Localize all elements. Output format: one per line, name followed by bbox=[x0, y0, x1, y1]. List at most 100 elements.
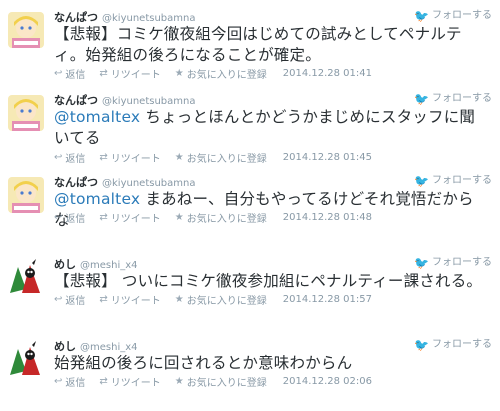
avatar[interactable] bbox=[8, 177, 44, 213]
tweet: なんぱつ @kiyunetsubamna 🐦 フォローする 【悲報】コミケ徹夜組今回… bbox=[0, 0, 500, 83]
reply-label: 返信 bbox=[65, 296, 86, 307]
retweet-icon: ⇄ bbox=[99, 68, 108, 79]
timestamp[interactable]: 2014.12.28 01:57 bbox=[283, 294, 372, 305]
tweet-actions: ↩ 返信 ⇄ リツイート ★ お気に入りに登録 2014.12.28 01:57 bbox=[54, 292, 372, 307]
star-icon: ★ bbox=[174, 152, 184, 163]
tweet-text: @tomaltex ちょっとほんとかどうかまじめにスタッフに聞いてる bbox=[54, 107, 486, 149]
tweet: めし @meshi_x4 🐦 フォローする 始発組の後ろに回されるとか意味わからん … bbox=[0, 329, 500, 409]
reply-button[interactable]: ↩ 返信 bbox=[54, 150, 85, 165]
reply-label: 返信 bbox=[65, 154, 86, 165]
favorite-label: お気に入りに登録 bbox=[186, 70, 267, 81]
avatar[interactable] bbox=[8, 95, 44, 131]
reply-label: 返信 bbox=[65, 70, 86, 81]
mention-link[interactable]: @tomaltex bbox=[54, 190, 140, 208]
follow-label: フォローする bbox=[432, 93, 492, 104]
reply-icon: ↩ bbox=[54, 376, 63, 387]
twitter-bird-icon: 🐦 bbox=[414, 174, 429, 188]
retweet-label: リツイート bbox=[110, 154, 161, 165]
follow-label: フォローする bbox=[432, 175, 492, 186]
star-icon: ★ bbox=[174, 294, 184, 305]
favorite-label: お気に入りに登録 bbox=[186, 296, 267, 307]
favorite-button[interactable]: ★ お気に入りに登録 bbox=[175, 292, 267, 307]
reply-button[interactable]: ↩ 返信 bbox=[54, 210, 85, 225]
retweet-button[interactable]: ⇄ リツイート bbox=[99, 210, 160, 225]
retweet-button[interactable]: ⇄ リツイート bbox=[99, 66, 160, 81]
favorite-label: お気に入りに登録 bbox=[186, 214, 267, 225]
tweet-header: めし @meshi_x4 🐦 フォローする bbox=[54, 256, 492, 271]
retweet-button[interactable]: ⇄ リツイート bbox=[99, 292, 160, 307]
tweet: めし @meshi_x4 🐦 フォローする 【悲報】 ついにコミケ徹夜参加組にペナル… bbox=[0, 247, 500, 329]
retweet-button[interactable]: ⇄ リツイート bbox=[99, 150, 160, 165]
follow-label: フォローする bbox=[432, 339, 492, 350]
reply-icon: ↩ bbox=[54, 212, 63, 223]
star-icon: ★ bbox=[174, 68, 184, 79]
tweet-actions: ↩ 返信 ⇄ リツイート ★ お気に入りに登録 2014.12.28 02:06 bbox=[54, 374, 372, 389]
retweet-label: リツイート bbox=[110, 214, 161, 225]
reply-button[interactable]: ↩ 返信 bbox=[54, 292, 85, 307]
star-icon: ★ bbox=[174, 376, 184, 387]
favorite-button[interactable]: ★ お気に入りに登録 bbox=[175, 66, 267, 81]
user-name[interactable]: めし bbox=[54, 340, 76, 353]
timestamp[interactable]: 2014.12.28 01:45 bbox=[283, 152, 372, 163]
reply-button[interactable]: ↩ 返信 bbox=[54, 374, 85, 389]
retweet-button[interactable]: ⇄ リツイート bbox=[99, 374, 160, 389]
retweet-icon: ⇄ bbox=[99, 376, 108, 387]
follow-button[interactable]: 🐦 フォローする bbox=[414, 174, 492, 188]
tweet: なんぱつ @kiyunetsubamna 🐦 フォローする @tomaltex ちょ… bbox=[0, 83, 500, 165]
follow-button[interactable]: 🐦 フォローする bbox=[414, 256, 492, 270]
follow-label: フォローする bbox=[432, 257, 492, 268]
retweet-icon: ⇄ bbox=[99, 152, 108, 163]
timestamp[interactable]: 2014.12.28 01:41 bbox=[283, 68, 372, 79]
tweet-header: なんぱつ @kiyunetsubamna 🐦 フォローする bbox=[54, 174, 492, 189]
tweet-text: 【悲報】コミケ徹夜組今回はじめての試みとしてペナルティ。始発組の後ろになることが… bbox=[54, 25, 462, 64]
user-name[interactable]: なんぱつ bbox=[54, 11, 98, 24]
follow-button[interactable]: 🐦 フォローする bbox=[414, 9, 492, 23]
avatar[interactable] bbox=[8, 341, 44, 377]
retweet-label: リツイート bbox=[110, 70, 161, 81]
user-handle[interactable]: @meshi_x4 bbox=[80, 342, 138, 353]
tweet-text: 【悲報】 ついにコミケ徹夜参加組にペナルティー課される。 bbox=[54, 272, 483, 290]
avatar[interactable] bbox=[8, 259, 44, 295]
user-handle[interactable]: @kiyunetsubamna bbox=[102, 96, 195, 107]
user-handle[interactable]: @meshi_x4 bbox=[80, 260, 138, 271]
reply-label: 返信 bbox=[65, 378, 86, 389]
timestamp[interactable]: 2014.12.28 02:06 bbox=[283, 376, 372, 387]
reply-icon: ↩ bbox=[54, 68, 63, 79]
retweet-icon: ⇄ bbox=[99, 212, 108, 223]
favorite-label: お気に入りに登録 bbox=[186, 154, 267, 165]
user-name[interactable]: なんぱつ bbox=[54, 94, 98, 107]
reply-icon: ↩ bbox=[54, 294, 63, 305]
favorite-label: お気に入りに登録 bbox=[186, 378, 267, 389]
reply-button[interactable]: ↩ 返信 bbox=[54, 66, 85, 81]
star-icon: ★ bbox=[174, 212, 184, 223]
user-name[interactable]: なんぱつ bbox=[54, 176, 98, 189]
tweet-header: めし @meshi_x4 🐦 フォローする bbox=[54, 338, 492, 353]
reply-icon: ↩ bbox=[54, 152, 63, 163]
retweet-icon: ⇄ bbox=[99, 294, 108, 305]
tweet: なんぱつ @kiyunetsubamna 🐦 フォローする @tomaltex まあ… bbox=[0, 165, 500, 247]
tweet-text: 始発組の後ろに回されるとか意味わからん bbox=[54, 354, 353, 372]
tweet-actions: ↩ 返信 ⇄ リツイート ★ お気に入りに登録 2014.12.28 01:45 bbox=[54, 150, 372, 165]
tweet-actions: ↩ 返信 ⇄ リツイート ★ お気に入りに登録 2014.12.28 01:41 bbox=[54, 66, 372, 81]
twitter-bird-icon: 🐦 bbox=[414, 256, 429, 270]
tweet-actions: ↩ 返信 ⇄ リツイート ★ お気に入りに登録 2014.12.28 01:48 bbox=[54, 210, 372, 225]
twitter-bird-icon: 🐦 bbox=[414, 338, 429, 352]
avatar[interactable] bbox=[8, 12, 44, 48]
retweet-label: リツイート bbox=[110, 378, 161, 389]
follow-button[interactable]: 🐦 フォローする bbox=[414, 338, 492, 352]
timestamp[interactable]: 2014.12.28 01:48 bbox=[283, 212, 372, 223]
favorite-button[interactable]: ★ お気に入りに登録 bbox=[175, 374, 267, 389]
user-handle[interactable]: @kiyunetsubamna bbox=[102, 178, 195, 189]
mention-link[interactable]: @tomaltex bbox=[54, 108, 140, 126]
user-name[interactable]: めし bbox=[54, 258, 76, 271]
reply-label: 返信 bbox=[65, 214, 86, 225]
follow-button[interactable]: 🐦 フォローする bbox=[414, 92, 492, 106]
follow-label: フォローする bbox=[432, 10, 492, 21]
user-handle[interactable]: @kiyunetsubamna bbox=[102, 13, 195, 24]
favorite-button[interactable]: ★ お気に入りに登録 bbox=[175, 210, 267, 225]
tweet-header: なんぱつ @kiyunetsubamna 🐦 フォローする bbox=[54, 9, 492, 24]
twitter-bird-icon: 🐦 bbox=[414, 92, 429, 106]
twitter-bird-icon: 🐦 bbox=[414, 9, 429, 23]
retweet-label: リツイート bbox=[110, 296, 161, 307]
favorite-button[interactable]: ★ お気に入りに登録 bbox=[175, 150, 267, 165]
